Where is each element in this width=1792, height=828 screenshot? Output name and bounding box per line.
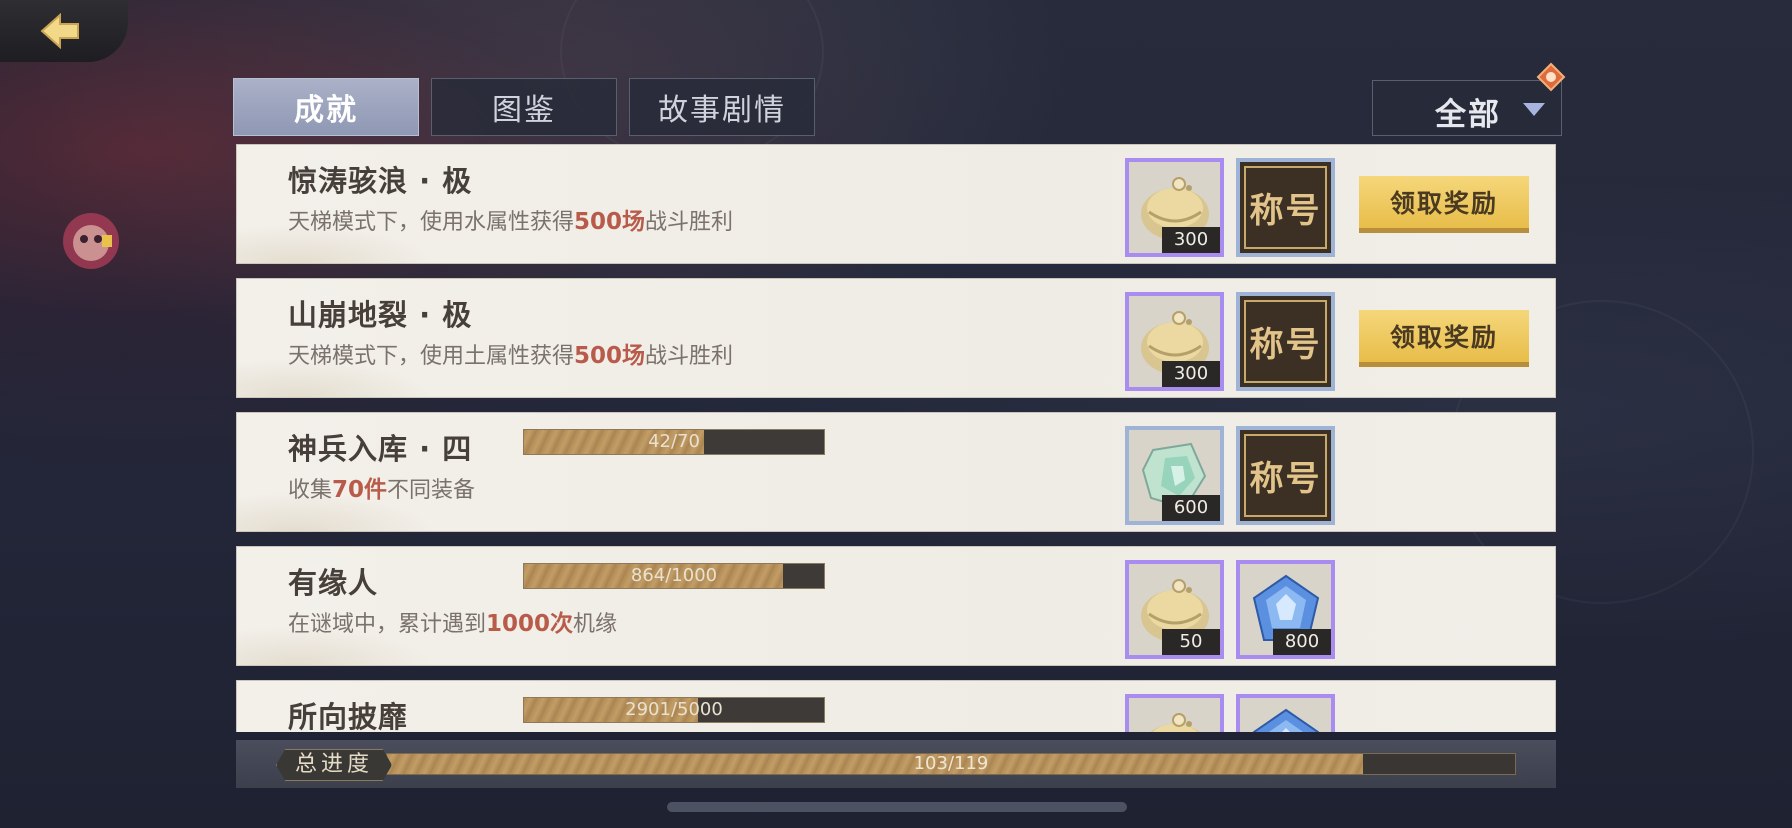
reward-slot[interactable] [1125,694,1224,732]
reward-title-label: 称号 [1244,166,1327,249]
reward-count: 300 [1162,361,1220,387]
achievement-list[interactable]: 惊涛骇浪 · 极天梯模式下，使用水属性获得500场战斗胜利 300 称号 领取奖励 山崩… [236,144,1556,732]
achievement-description: 天梯模式下，使用水属性获得500场战斗胜利 [288,202,733,236]
reward-count: 800 [1273,629,1331,655]
tab-collection[interactable]: 图鉴 [431,78,617,136]
filter-label: 全部 [1435,97,1501,133]
reward-title-label: 称号 [1244,300,1327,383]
achievement-row: 有缘人在谜域中，累计遇到1000次机缘 864/1000 50 800 [236,546,1556,666]
reward-slot[interactable]: 50 [1125,560,1224,659]
description-text: 不同装备 [387,478,476,503]
chevron-down-icon [1523,103,1545,116]
reward-title-badge[interactable]: 称号 [1236,426,1335,525]
description-text: 战斗胜利 [645,210,734,235]
reward-count: 600 [1162,495,1220,521]
achievement-title: 神兵入库 · 四 [288,432,473,466]
progress-text: 42/70 [648,431,700,452]
progress-text: 2901/5000 [625,699,723,720]
achievement-progress-bar: 2901/5000 [523,697,825,723]
total-progress-label: 总进度 [276,749,392,781]
description-text: 在谜域中，累计遇到 [288,612,487,637]
reward-title-label: 称号 [1244,434,1327,517]
description-text: 天梯模式下，使用土属性获得 [288,344,575,369]
achievement-title: 山崩地裂 · 极 [288,298,473,332]
total-progress-text: 103/119 [913,753,989,774]
achievement-row: 惊涛骇浪 · 极天梯模式下，使用水属性获得500场战斗胜利 300 称号 领取奖励 [236,144,1556,264]
description-highlight: 1000次 [486,611,574,637]
progress-text: 864/1000 [630,565,718,586]
mascot-icon[interactable] [58,205,124,275]
achievement-title: 所向披靡 [288,700,409,732]
description-text: 收集 [288,478,333,503]
reward-title-badge[interactable]: 称号 [1236,292,1335,391]
description-text: 战斗胜利 [645,344,734,369]
filter-dropdown[interactable]: 全部 [1372,80,1562,136]
claim-reward-button[interactable]: 领取奖励 [1359,176,1529,228]
reward-slot[interactable]: 300 [1125,158,1224,257]
description-text: 天梯模式下，使用水属性获得 [288,210,575,235]
description-text: 机缘 [573,612,618,637]
reward-slot[interactable]: 600 [1125,426,1224,525]
achievement-row: 所向披靡 2901/5000 [236,680,1556,732]
achievement-description: 收集70件不同装备 [288,470,475,504]
total-progress-bar: 总进度 103/119 [236,740,1556,788]
description-highlight: 500场 [574,209,646,235]
total-progress-track: 103/119 [386,753,1516,775]
claim-reward-button[interactable]: 领取奖励 [1359,310,1529,362]
achievement-description: 在谜域中，累计遇到1000次机缘 [288,604,617,638]
description-highlight: 70件 [332,477,388,503]
reward-slot[interactable]: 300 [1125,292,1224,391]
description-highlight: 500场 [574,343,646,369]
reward-count: 300 [1162,227,1220,253]
tab-story[interactable]: 故事剧情 [629,78,815,136]
home-indicator[interactable] [667,802,1127,812]
notification-badge-icon [1536,62,1566,92]
achievement-description: 天梯模式下，使用土属性获得500场战斗胜利 [288,336,733,370]
reward-title-badge[interactable]: 称号 [1236,158,1335,257]
achievement-row: 山崩地裂 · 极天梯模式下，使用土属性获得500场战斗胜利 300 称号 领取奖励 [236,278,1556,398]
achievement-title: 有缘人 [288,566,379,600]
back-button[interactable] [0,0,128,62]
achievement-progress-bar: 864/1000 [523,563,825,589]
back-arrow-icon [40,12,79,50]
reward-slot[interactable]: 800 [1236,560,1335,659]
tab-achievements[interactable]: 成就 [233,78,419,136]
achievement-row: 神兵入库 · 四收集70件不同装备 42/70 600 称号 [236,412,1556,532]
reward-slot[interactable] [1236,694,1335,732]
achievement-title: 惊涛骇浪 · 极 [288,164,473,198]
reward-count: 50 [1162,629,1220,655]
achievement-progress-bar: 42/70 [523,429,825,455]
category-tabs: 成就 图鉴 故事剧情 [233,78,815,136]
